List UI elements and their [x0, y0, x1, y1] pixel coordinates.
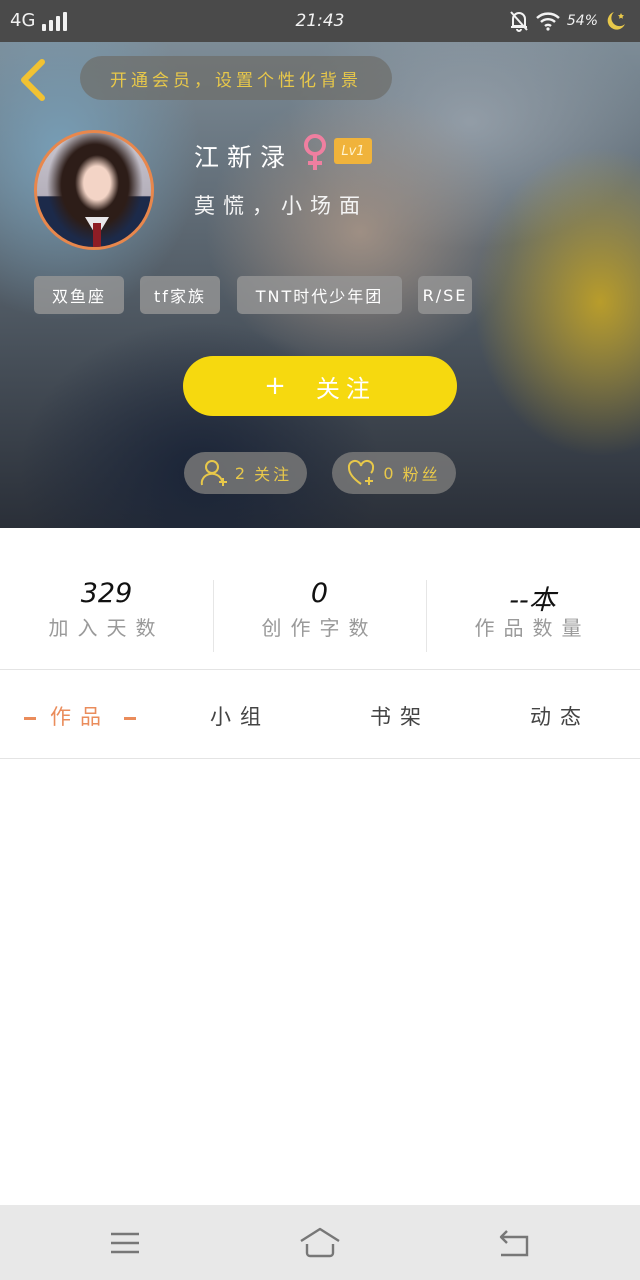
- profile-header: 开通会员，设置个性化背景 江新渌 Lv1 莫慌，小场面 双鱼座 tf家族 TNT…: [0, 42, 640, 528]
- return-icon: [499, 1230, 529, 1257]
- plus-icon: +: [264, 371, 286, 401]
- tab-label: 书架: [370, 705, 430, 729]
- works-content-area: [0, 760, 640, 1204]
- following-count-button[interactable]: 2 关注: [184, 452, 307, 494]
- return-button[interactable]: [495, 1223, 535, 1263]
- wifi-icon: [536, 12, 560, 31]
- stat-works-count: --本 作品数量: [426, 578, 639, 641]
- tab-label: 作品: [50, 705, 110, 729]
- heart-add-icon: [348, 459, 375, 485]
- level-badge: Lv1: [334, 138, 372, 164]
- chevron-left-icon: [21, 59, 45, 101]
- following-count: 2: [234, 463, 249, 483]
- stat-value: --本: [509, 585, 556, 616]
- stat-value: 0: [310, 578, 329, 609]
- tab-bar: 作品 小组 书架 动态: [0, 671, 640, 759]
- menu-icon: [111, 1232, 139, 1254]
- follow-button[interactable]: + 关注: [183, 356, 457, 416]
- stat-value: 329: [80, 578, 133, 609]
- tag-item[interactable]: tf家族: [140, 276, 220, 314]
- home-icon: [300, 1227, 340, 1258]
- tag-item[interactable]: TNT时代少年团: [237, 276, 402, 314]
- stat-label: 加入天数: [48, 616, 165, 640]
- tab-groups[interactable]: 小组: [160, 701, 320, 731]
- mute-bell-icon: [510, 11, 528, 32]
- tag-item[interactable]: 双鱼座: [34, 276, 124, 314]
- fans-count-button[interactable]: 0 粉丝: [332, 452, 456, 494]
- home-button[interactable]: [298, 1223, 342, 1263]
- battery-level: 54%: [566, 13, 598, 29]
- following-label: 关注: [254, 465, 293, 484]
- tab-label: 动态: [530, 705, 590, 729]
- fans-label: 粉丝: [402, 465, 441, 484]
- stat-join-days: 329 加入天数: [0, 578, 213, 641]
- stat-label: 创作字数: [261, 616, 378, 640]
- stat-label: 作品数量: [474, 616, 591, 640]
- follow-label: 关注: [315, 374, 376, 403]
- tab-activity[interactable]: 动态: [480, 701, 640, 731]
- username: 江新渌: [194, 143, 294, 172]
- stat-word-count: 0 创作字数: [213, 578, 426, 641]
- female-icon: [304, 134, 326, 170]
- tab-bookshelf[interactable]: 书架: [320, 701, 480, 731]
- menu-button[interactable]: [105, 1223, 145, 1263]
- tag-item[interactable]: R/SE: [418, 276, 472, 314]
- vip-background-hint[interactable]: 开通会员，设置个性化背景: [80, 56, 392, 100]
- status-bar: 4G 21:43 54%: [0, 0, 640, 42]
- signature: 莫慌，小场面: [194, 194, 368, 218]
- tab-works[interactable]: 作品: [0, 701, 160, 731]
- back-button[interactable]: [14, 56, 54, 104]
- user-add-icon: [200, 460, 227, 486]
- fans-count: 0: [383, 463, 397, 483]
- night-mode-icon: [607, 12, 625, 30]
- stats-panel: 329 加入天数 0 创作字数 --本 作品数量: [0, 528, 640, 670]
- tab-label: 小组: [210, 705, 270, 729]
- avatar[interactable]: [34, 130, 154, 250]
- system-nav-bar: [0, 1205, 640, 1280]
